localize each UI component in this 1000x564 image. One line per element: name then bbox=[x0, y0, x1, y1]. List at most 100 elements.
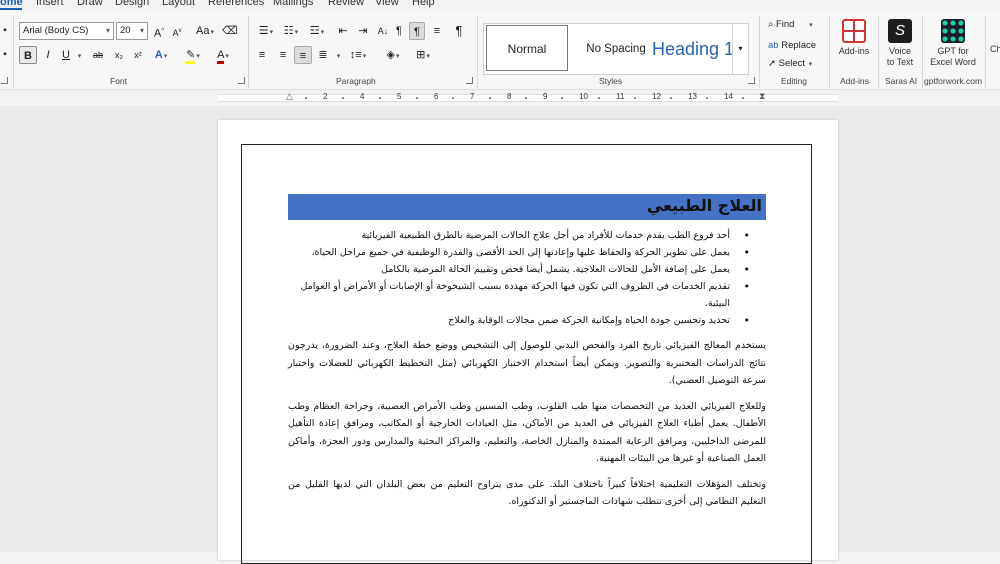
format-painter-partial-icon[interactable]: ▪ bbox=[0, 46, 10, 64]
bold-button[interactable]: B bbox=[19, 46, 37, 64]
list-item[interactable]: تقديم الخدمات في الظروف التي تكون فيها ا… bbox=[288, 278, 750, 312]
paragraph-launcher-icon[interactable] bbox=[466, 77, 473, 84]
right-indent-marker-icon[interactable]: ⧗ bbox=[759, 91, 765, 102]
voice-to-text-line2: to Text bbox=[886, 57, 914, 67]
ruler-number: 8 bbox=[507, 92, 512, 101]
tab-draw[interactable]: Draw bbox=[77, 0, 103, 8]
partial-ribbon-button[interactable]: Ch bbox=[990, 44, 1000, 55]
show-formatting-button[interactable]: ¶ bbox=[452, 22, 466, 40]
ruler-tick bbox=[706, 97, 708, 99]
underline-button[interactable]: U bbox=[59, 46, 73, 64]
tab-insert[interactable]: Insert bbox=[36, 0, 64, 8]
numbering-button[interactable]: ☷▾ bbox=[280, 22, 302, 40]
justify-icon[interactable]: ≣ bbox=[316, 46, 330, 64]
multilevel-list-button[interactable]: ☲▾ bbox=[305, 22, 329, 40]
align-right-icon[interactable]: ≡ bbox=[294, 46, 312, 64]
highlight-button[interactable]: ✎▾ bbox=[182, 46, 204, 64]
increase-indent-icon[interactable]: ⇥ bbox=[356, 22, 370, 40]
find-button[interactable]: ⌕ Find ▾ bbox=[768, 19, 813, 30]
text-effects-button[interactable]: A▾ bbox=[151, 46, 171, 64]
decrease-indent-icon[interactable]: ⇤ bbox=[336, 22, 350, 40]
bullets-icon: ☰ bbox=[258, 25, 269, 37]
paragraph-group-label: Paragraph bbox=[336, 76, 376, 86]
line-spacing-button[interactable]: ↕≡▾ bbox=[346, 46, 370, 64]
align-center-icon[interactable]: ≡ bbox=[276, 46, 290, 64]
styles-launcher-icon[interactable] bbox=[748, 77, 755, 84]
ruler-number: 14 bbox=[724, 92, 733, 101]
document-heading[interactable]: العلاج الطبيعي bbox=[288, 194, 766, 220]
ruler-number: 13 bbox=[688, 92, 697, 101]
ruler-number: 10 bbox=[579, 92, 588, 101]
ribbon-tabs: ome Insert Draw Design Layout References… bbox=[0, 0, 1000, 10]
style-normal[interactable]: Normal bbox=[486, 25, 568, 71]
document-body[interactable]: العلاج الطبيعي أحد فروع الطب يقدم خدمات … bbox=[288, 194, 766, 511]
document-canvas[interactable]: العلاج الطبيعي أحد فروع الطب يقدم خدمات … bbox=[0, 106, 1000, 564]
ribbon: ▪ ▪ Arial (Body CS) ▾ 20 ▾ A^ Av Aa▾ ⌫ B… bbox=[0, 10, 1000, 90]
voice-to-text-button[interactable]: S Voice to Text bbox=[881, 19, 919, 68]
select-button[interactable]: ➚ Select ▾ bbox=[768, 58, 812, 69]
text-effects-icon: A bbox=[154, 49, 163, 61]
body-paragraph[interactable]: وللعلاج الفيزيائي العديد من التخصصات منه… bbox=[288, 398, 766, 468]
font-launcher-icon[interactable] bbox=[238, 77, 245, 84]
style-heading-1[interactable]: Heading 1 bbox=[652, 24, 734, 74]
tab-design[interactable]: Design bbox=[115, 0, 149, 8]
grow-font-button[interactable]: A^ bbox=[152, 22, 166, 40]
ruler-tick bbox=[561, 97, 563, 99]
justify-dropdown-icon[interactable]: ▾ bbox=[333, 46, 343, 64]
tab-layout[interactable]: Layout bbox=[162, 0, 195, 8]
change-case-button[interactable]: Aa▾ bbox=[193, 22, 217, 40]
shading-button[interactable]: ◈▾ bbox=[381, 46, 405, 64]
align-left-icon[interactable]: ≡ bbox=[255, 46, 269, 64]
sort-icon[interactable]: A↓ bbox=[376, 22, 390, 40]
tab-review[interactable]: Review bbox=[328, 0, 364, 8]
superscript-button[interactable]: x² bbox=[131, 46, 145, 64]
list-item[interactable]: يعمل على تطوير الحركة والحفاظ عليها وإعا… bbox=[288, 244, 750, 261]
subscript-button[interactable]: x₂ bbox=[112, 46, 126, 64]
strikethrough-button[interactable]: ab bbox=[90, 46, 106, 64]
clear-formatting-icon[interactable]: ⌫ bbox=[222, 22, 238, 40]
italic-button[interactable]: I bbox=[41, 46, 55, 64]
document-page[interactable]: العلاج الطبيعي أحد فروع الطب يقدم خدمات … bbox=[218, 120, 838, 564]
borders-icon: ⊞ bbox=[416, 49, 426, 61]
tab-home[interactable]: ome bbox=[0, 0, 23, 8]
horizontal-ruler[interactable]: △ ⧗ 2 4 5 6 7 8 9 10 11 12 13 14 bbox=[0, 90, 1000, 106]
gptforwork-group-label: gptforwork.com bbox=[924, 76, 983, 86]
bullets-button[interactable]: ☰▾ bbox=[255, 22, 277, 40]
ruler-tick bbox=[598, 97, 600, 99]
ruler-tick bbox=[452, 97, 454, 99]
shrink-font-button[interactable]: Av bbox=[170, 22, 184, 40]
clipboard-partial-icon[interactable]: ▪ bbox=[0, 22, 10, 40]
select-cursor-icon: ➚ bbox=[768, 58, 776, 69]
ruler-tick bbox=[379, 97, 381, 99]
clipboard-launcher-icon[interactable] bbox=[1, 77, 8, 84]
font-color-button[interactable]: A▾ bbox=[212, 46, 234, 64]
list-item[interactable]: تحديد وتحسين جودة الحياة وإمكانية الحركة… bbox=[288, 312, 750, 329]
styles-more-button[interactable]: ▾ bbox=[732, 23, 748, 75]
rtl-direction-icon[interactable]: ¶ bbox=[409, 22, 425, 40]
ltr-direction-icon[interactable]: ¶ bbox=[392, 22, 406, 40]
addins-button[interactable]: Add-ins bbox=[836, 19, 872, 57]
font-size-combo[interactable]: 20 ▾ bbox=[116, 22, 148, 40]
tab-help[interactable]: Help bbox=[412, 0, 435, 8]
align-justify-low-icon[interactable]: ≡ bbox=[430, 22, 444, 40]
style-no-spacing[interactable]: No Spacing bbox=[576, 24, 656, 74]
list-item[interactable]: يعمل على إضافة الأمل للحالات العلاجية. ي… bbox=[288, 261, 750, 278]
chevron-down-icon: ▾ bbox=[105, 26, 110, 35]
underline-dropdown-icon[interactable]: ▾ bbox=[74, 46, 84, 64]
addins-grid-icon bbox=[842, 19, 866, 43]
borders-button[interactable]: ⊞▾ bbox=[411, 46, 435, 64]
body-paragraph[interactable]: يستخدم المعالج الفيزيائي تاريخ الفرد وال… bbox=[288, 337, 766, 390]
tab-references[interactable]: References bbox=[208, 0, 264, 8]
body-paragraph[interactable]: وتختلف المؤهلات التعليمية اختلافاً كبيرا… bbox=[288, 476, 766, 511]
left-indent-marker-icon[interactable]: △ bbox=[286, 91, 293, 102]
voice-to-text-line1: Voice bbox=[888, 46, 912, 56]
replace-button[interactable]: ab Replace bbox=[768, 40, 816, 51]
list-item[interactable]: أحد فروع الطب يقدم خدمات للأفراد من أجل … bbox=[288, 227, 750, 244]
chevron-down-icon: ▾ bbox=[738, 44, 743, 53]
tab-mailings[interactable]: Mailings bbox=[273, 0, 313, 8]
ruler-number: 5 bbox=[397, 92, 402, 101]
tab-view[interactable]: View bbox=[375, 0, 399, 8]
gpt-for-excel-word-button[interactable]: GPT for Excel Word bbox=[925, 19, 981, 68]
ruler-tick bbox=[305, 97, 307, 99]
font-name-combo[interactable]: Arial (Body CS) ▾ bbox=[19, 22, 114, 40]
